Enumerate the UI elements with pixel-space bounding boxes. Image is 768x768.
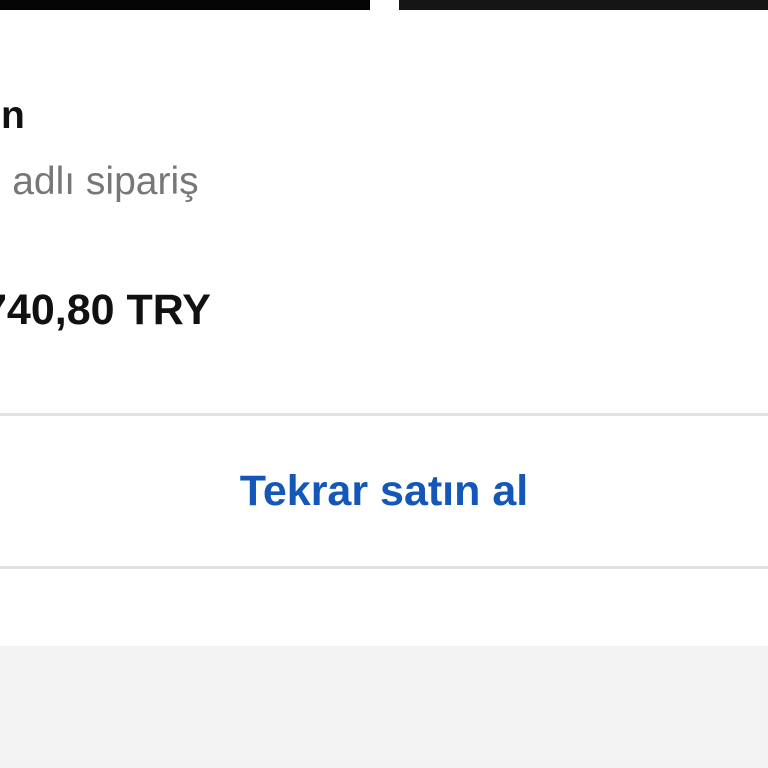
- order-total-price: 740,80 TRY: [0, 286, 211, 334]
- product-thumbnail-right[interactable]: [399, 0, 768, 10]
- order-details-screen: rün 96 adlı sipariş 740,80 TRY Tekrar sa…: [0, 0, 768, 768]
- buy-again-button[interactable]: Tekrar satın al: [0, 416, 768, 566]
- product-title: rün: [0, 94, 25, 137]
- divider-bottom: [0, 566, 768, 569]
- product-thumbnail-left[interactable]: [0, 0, 370, 10]
- order-reference: 96 adlı sipariş: [0, 160, 199, 203]
- bottom-gray-area: [0, 646, 768, 768]
